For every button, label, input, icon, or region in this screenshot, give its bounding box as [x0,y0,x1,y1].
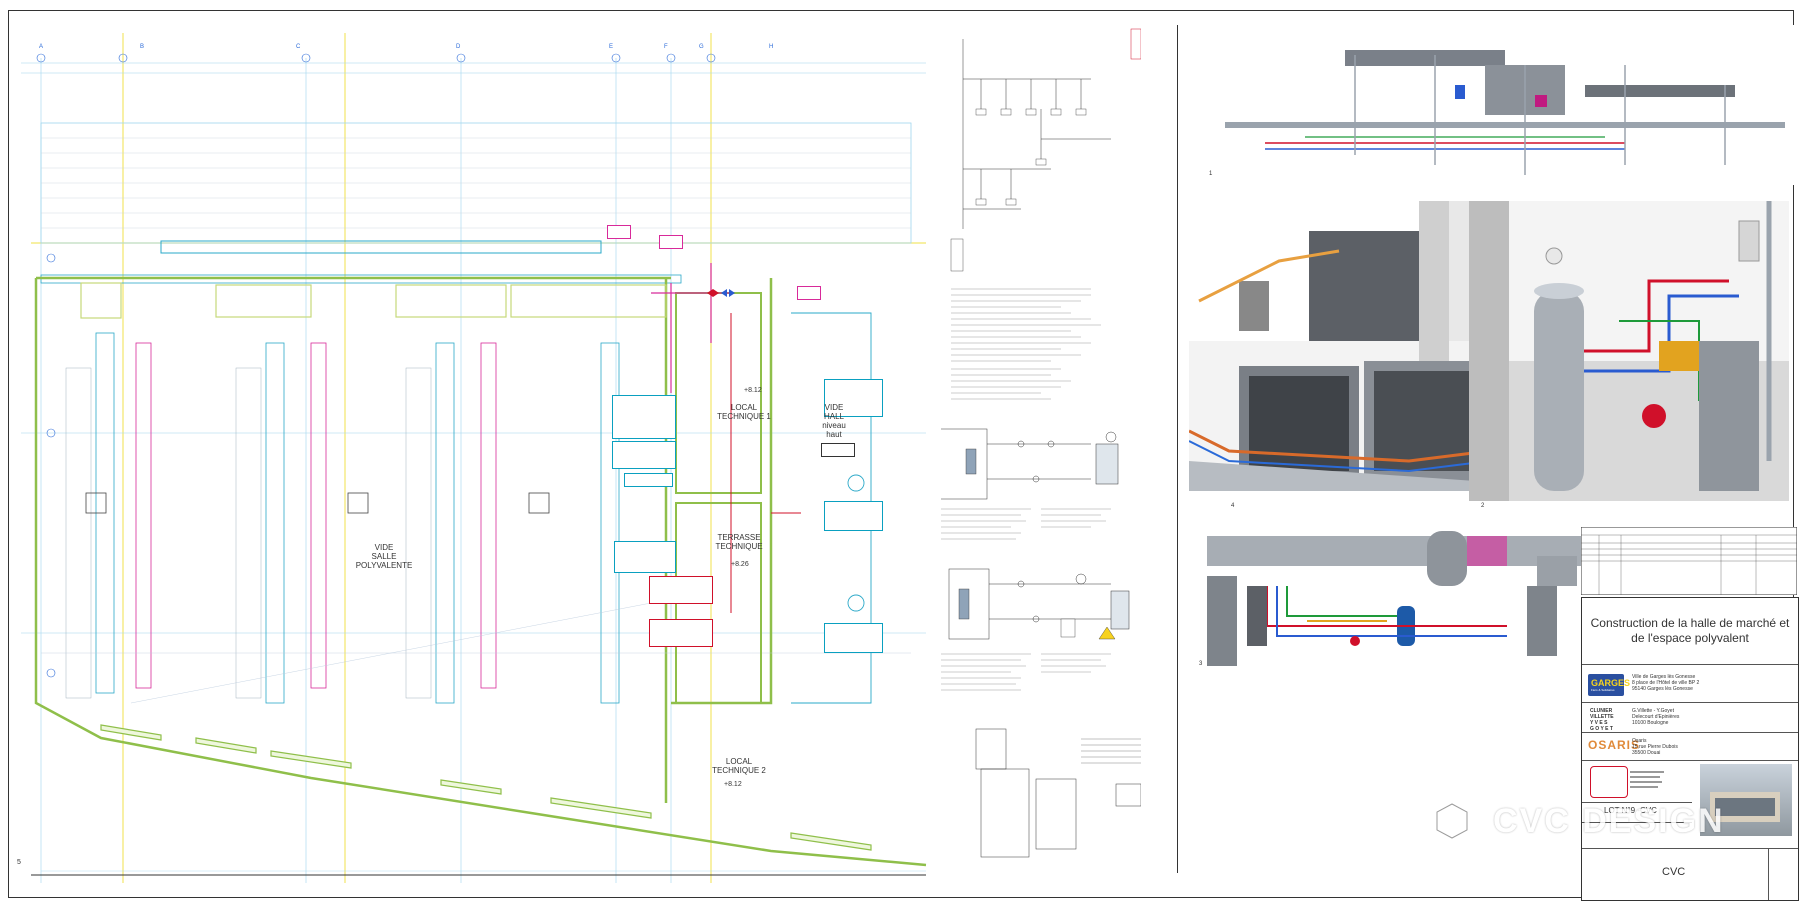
axis-E: E [609,44,614,50]
view-number-2: 2 [1481,503,1485,509]
axis-A: A [39,44,44,50]
render-view-1 [1205,25,1800,185]
axis-B: B [140,44,145,50]
room-label-salle: VIDE SALLE POLYVALENTE [355,543,413,570]
equipment-tag-2 [612,441,676,469]
watermark: CVC DESIGN [1421,789,1725,853]
axis-H: H [769,44,774,50]
client-address: Ville de Garges lès Gonesse 8 place de l… [1632,674,1700,692]
level-local1: +8.12 [744,387,762,394]
level-local2: +8.12 [724,781,742,788]
equipment-tag-3 [624,473,673,487]
axis-G: G [699,44,704,50]
discipline-label: CVC [1662,866,1686,878]
project-title: Construction de la halle de marché et de… [1590,616,1790,645]
client-logo: GARGES Fiers & Solidaires [1588,674,1630,696]
client-logo-text: GARGES [1591,678,1631,688]
view-number-4: 4 [1231,503,1235,509]
axis-C: C [296,44,301,50]
room-label-local-technique-2: LOCAL TECHNIQUE 2 [712,757,766,775]
column-divider [1177,25,1178,873]
revision-table [1581,527,1797,595]
equipment-tag-9 [649,619,713,647]
axis-D: D [456,44,461,50]
equipment-tag-5 [824,501,883,531]
equipment-tag-6 [824,623,883,653]
level-terrasse: +8.26 [731,561,749,568]
room-label-terrasse: TERRASSE TECHNIQUE [715,533,763,551]
view-number-3: 3 [1199,661,1203,667]
view-number-1: 1 [1209,171,1213,177]
title-block: Construction de la halle de marché et de… [1581,597,1799,901]
equipment-tag-7 [614,541,676,573]
equipment-tag-1 [612,395,676,439]
watermark-text: CVC DESIGN [1493,801,1725,840]
tb-divider [1768,848,1769,900]
engineer-address: Osaris 15,rue Pierre Dubois 35500 Douai [1632,738,1678,756]
drawing-sheet: VIDE SALLE POLYVALENTE LOCAL TECHNIQUE 1… [8,10,1800,901]
architect-logo: CLUNIER VILLETTE Y V E S G O Y E T [1590,708,1614,732]
equipment-tag-8 [649,576,713,604]
equipment-tag-11 [659,235,683,249]
floor-plan [21,33,927,883]
axis-F: F [664,44,668,50]
hydraulic-schematic [941,28,1141,858]
render-view-3 [1207,526,1587,666]
architect-address: G.Villette - Y.Goyet Delecourt d'Epinièr… [1632,708,1680,726]
view-number-5: 5 [17,859,21,866]
watermark-logo-icon [1422,790,1482,852]
client-logo-sub: Fiers & Solidaires [1591,688,1615,692]
equipment-tag-12 [797,286,821,300]
equipment-tag-10 [607,225,631,239]
render-view-2 [1469,201,1789,501]
room-label-local-technique-1: LOCAL TECHNIQUE 1 [717,403,771,421]
room-label-vide-hall: VIDE HALL niveau haut [822,403,846,439]
equipment-tag-13 [821,443,855,457]
